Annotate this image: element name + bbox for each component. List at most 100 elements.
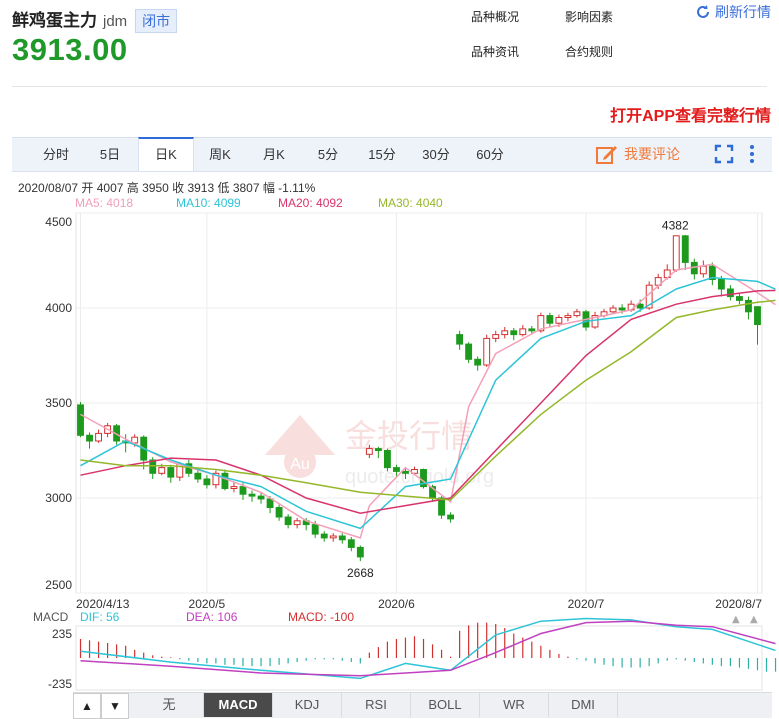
x-tick-label: 2020/5: [189, 597, 226, 611]
candle-body: [717, 279, 725, 290]
candle-body: [492, 334, 500, 339]
candle-body: [329, 535, 337, 539]
dea-legend: DEA: 106: [186, 610, 238, 624]
candle: [492, 330, 500, 343]
candle-body: [564, 315, 572, 319]
candle: [474, 356, 482, 371]
candle: [140, 435, 148, 470]
candle: [95, 429, 102, 443]
macd-tick-label: 235: [52, 627, 72, 641]
candle: [609, 305, 617, 314]
candle-body: [293, 520, 301, 526]
candle: [690, 258, 698, 280]
low-annotation: 2668: [347, 566, 374, 580]
y-tick-label: 3000: [45, 491, 72, 505]
candle: [510, 327, 518, 341]
macd-expand-icon: ▲: [732, 614, 740, 625]
candle: [681, 234, 689, 270]
candle-body: [555, 317, 563, 324]
candle-body: [501, 330, 509, 336]
candle: [465, 342, 473, 364]
candle: [726, 285, 734, 301]
indicator-rsi[interactable]: RSI: [342, 693, 411, 717]
candle-body: [447, 514, 455, 520]
candle-body: [456, 334, 464, 345]
candle: [320, 531, 328, 542]
indicator-kdj[interactable]: KDJ: [273, 693, 342, 717]
y-tick-label: 4000: [45, 301, 72, 315]
macd-tick-label: -235: [48, 677, 72, 691]
indicator-dmi[interactable]: DMI: [549, 693, 618, 717]
candle-body: [519, 328, 527, 336]
candle: [167, 464, 175, 483]
candle-body: [672, 235, 680, 271]
candle-body: [754, 306, 761, 326]
x-tick-label: 2020/8/7: [715, 597, 762, 611]
indicator-tabs: ▲ ▼ 无 MACD KDJ RSI BOLL WR DMI: [73, 692, 772, 719]
candle-body: [77, 404, 84, 436]
candle: [736, 292, 743, 305]
candle-body: [510, 330, 518, 336]
macd-label: MACD: [33, 610, 69, 624]
candle-body: [338, 535, 346, 541]
candle-body: [95, 432, 102, 442]
candle: [573, 308, 581, 318]
candle: [275, 504, 283, 521]
scroll-down-button[interactable]: ▼: [101, 693, 129, 719]
x-tick-label: 2020/4/13: [76, 597, 130, 611]
candle-body: [284, 516, 292, 526]
candle-body: [745, 299, 752, 313]
candle: [546, 312, 554, 327]
candle-body: [266, 498, 274, 509]
candle: [77, 402, 84, 438]
candle-body: [609, 307, 617, 313]
candle: [501, 327, 509, 339]
scroll-up-button[interactable]: ▲: [73, 693, 101, 719]
candle-body: [158, 467, 166, 474]
candle: [745, 296, 752, 320]
candle-body: [221, 472, 229, 489]
candle-body: [573, 311, 581, 317]
indicator-boll[interactable]: BOLL: [411, 693, 480, 717]
candle: [564, 312, 572, 322]
candle-body: [383, 450, 391, 469]
candle: [122, 434, 130, 453]
candle-body: [402, 470, 409, 474]
candle: [447, 512, 455, 523]
x-tick-label: 2020/6: [378, 597, 415, 611]
candle-body: [365, 448, 373, 455]
indicator-wr[interactable]: WR: [480, 693, 549, 717]
candle: [347, 536, 355, 552]
candle-body: [681, 235, 689, 263]
indicator-macd[interactable]: MACD: [204, 693, 273, 717]
candle-body: [203, 478, 211, 486]
dif-line: [80, 617, 776, 680]
candle-body: [347, 539, 355, 548]
dif-legend: DIF: 56: [80, 610, 120, 624]
candle: [754, 306, 761, 345]
candle-body: [374, 448, 382, 452]
candle-body: [248, 493, 256, 497]
candle: [456, 330, 464, 350]
candle: [672, 235, 680, 272]
candle: [356, 545, 364, 562]
candle-body: [474, 358, 482, 366]
candle: [86, 432, 93, 449]
candle: [293, 517, 301, 529]
candle: [212, 470, 220, 489]
y-tick-label: 2500: [45, 578, 72, 592]
candle: [483, 334, 491, 367]
candle: [519, 325, 527, 337]
macd-collapse-icon: ▲: [750, 614, 758, 625]
x-tick-label: 2020/7: [568, 597, 605, 611]
high-annotation: 4382: [662, 218, 689, 232]
macd-frame: [75, 625, 763, 691]
watermark-cn: 金投行情: [345, 417, 473, 455]
candle-body: [239, 486, 247, 495]
candle-body: [393, 467, 400, 472]
candle-body: [736, 296, 743, 301]
candle-body: [194, 472, 202, 480]
candle-body: [546, 315, 554, 324]
candle-body: [618, 307, 626, 311]
indicator-none[interactable]: 无: [135, 693, 204, 717]
